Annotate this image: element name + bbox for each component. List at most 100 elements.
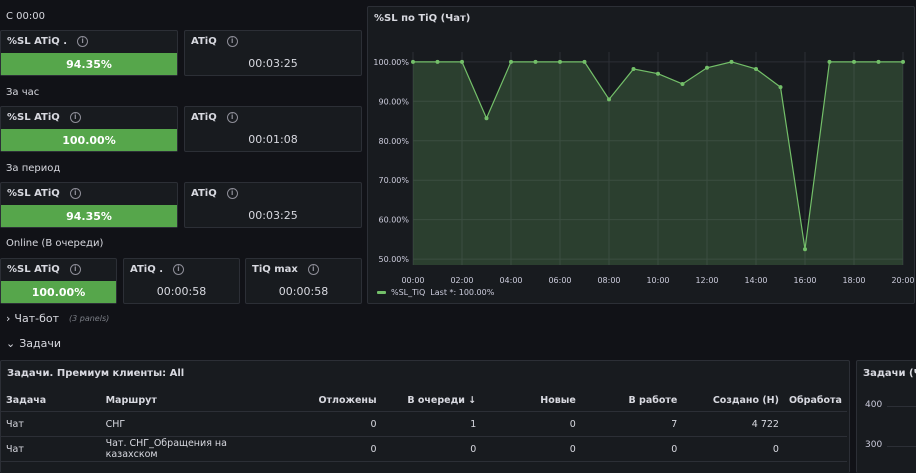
x-tick-label: 02:00 <box>450 276 473 285</box>
panel-title: ATiQ <box>191 112 217 123</box>
x-tick-label: 06:00 <box>548 276 571 285</box>
sort-arrow-icon: ↓ <box>468 394 477 406</box>
table-cell: 1 <box>381 411 482 437</box>
table-cell: 0 <box>580 436 683 462</box>
x-tick-label: 20:00 <box>891 276 914 285</box>
y-tick-label: 300 <box>865 440 883 450</box>
x-tick-label: 00:00 <box>401 276 424 285</box>
info-icon[interactable]: i <box>77 36 89 47</box>
table-cell: СНГ <box>100 411 280 437</box>
table-cell: 0 <box>682 436 784 462</box>
panel-title: %SL ATiQ . <box>7 36 68 47</box>
series-area <box>413 61 903 265</box>
sl-gauge-panel-hour[interactable]: %SL ATiQ i 100.00% <box>0 106 178 152</box>
x-tick-label: 04:00 <box>499 276 522 285</box>
panel-title: %SL ATiQ <box>7 112 60 123</box>
x-tick-label: 08:00 <box>597 276 620 285</box>
data-point <box>558 59 562 64</box>
tiq-max-value: 00:00:58 <box>278 285 329 298</box>
atiq-stat-panel-today[interactable]: ATiQ i 00:03:25 <box>184 30 362 76</box>
sl-gauge-bar: 94.35% <box>1 53 177 75</box>
sl-gauge-panel-online[interactable]: %SL ATiQ i 100.00% <box>0 258 117 304</box>
data-point <box>656 71 660 76</box>
section-title-per-period: За период <box>6 163 61 174</box>
info-icon[interactable]: i <box>69 264 81 275</box>
table-cell: Чат <box>1 411 101 437</box>
row-tasks[interactable]: ⌄ Задачи <box>6 337 61 350</box>
section-title-since-midnight: С 00:00 <box>6 11 45 22</box>
row-panel-count: (3 panels) <box>69 314 110 323</box>
data-point <box>827 59 832 64</box>
column-header[interactable]: В работе <box>580 389 683 412</box>
data-point <box>460 59 464 64</box>
sl-gauge-panel-period[interactable]: %SL ATiQ i 94.35% <box>0 182 178 228</box>
tasks-table-panel[interactable]: Задачи. Премиум клиенты: All Задача Марш… <box>0 360 850 473</box>
column-header-sorted[interactable]: В очереди ↓ <box>381 389 482 412</box>
sl-tiq-chart: 50.00% 60.00% 70.00% 80.00% 90.00% 100.00% 00:… <box>373 52 915 285</box>
sl-gauge-bar: 100.00% <box>1 129 177 151</box>
column-header[interactable]: Обработа <box>783 389 847 412</box>
tasks-table: Задача Маршрут Отложены В очереди ↓ Новы… <box>1 389 847 462</box>
data-point <box>582 59 587 64</box>
atiq-stat-panel-period[interactable]: ATiQ i 00:03:25 <box>184 182 362 228</box>
atiq-value: 00:01:08 <box>248 133 298 146</box>
atiq-stat-panel-hour[interactable]: ATiQ i 00:01:08 <box>184 106 362 152</box>
data-point <box>411 59 415 64</box>
chevron-right-icon: › <box>6 312 11 325</box>
row-chatbot[interactable]: › Чат-бот (3 panels) <box>6 312 109 325</box>
column-header[interactable]: Маршрут <box>100 389 280 412</box>
data-point <box>901 59 905 64</box>
table-cell: 0 <box>481 436 581 462</box>
info-icon[interactable]: i <box>226 112 238 123</box>
x-tick-label: 10:00 <box>646 276 669 285</box>
data-point <box>705 65 709 70</box>
panel-title: %SL ATiQ <box>7 264 60 275</box>
legend-series-name: %SL_TiQ <box>391 288 426 297</box>
info-icon[interactable]: i <box>307 264 319 275</box>
data-point <box>680 81 685 86</box>
info-icon[interactable]: i <box>226 36 238 47</box>
data-point <box>778 85 783 90</box>
sl-tiq-chart-panel[interactable]: %SL по TiQ (Чат) 50.00% 60.00% 70.00% 80.00… <box>367 6 915 304</box>
atiq-stat-panel-online[interactable]: ATiQ . i 00:00:58 <box>123 258 240 304</box>
info-icon[interactable]: i <box>69 112 81 123</box>
panel-title: ATiQ <box>191 188 217 199</box>
tasks-chart-panel-partial[interactable]: Задачи (Чат 400 300 <box>856 360 916 473</box>
table-cell <box>783 436 847 462</box>
x-tick-label: 14:00 <box>744 276 767 285</box>
y-tick-label: 80.00% <box>378 137 409 146</box>
sl-gauge-panel-today[interactable]: %SL ATiQ . i 94.35% <box>0 30 178 76</box>
atiq-value: 00:03:25 <box>248 209 298 222</box>
panel-title: %SL ATiQ <box>7 188 60 199</box>
table-header-row: Задача Маршрут Отложены В очереди ↓ Новы… <box>1 389 847 412</box>
section-title-online: Online (В очереди) <box>6 238 104 249</box>
info-icon[interactable]: i <box>226 188 238 199</box>
column-header[interactable]: Отложены <box>279 389 382 412</box>
y-tick-label: 100.00% <box>373 58 409 67</box>
table-row: Чат СНГ 0 1 0 7 4 722 <box>1 411 847 437</box>
grid-line <box>887 446 916 447</box>
data-point <box>533 59 538 64</box>
column-header[interactable]: Создано (Н) <box>682 389 784 412</box>
y-tick-label: 400 <box>865 400 883 410</box>
x-tick-label: 16:00 <box>793 276 816 285</box>
info-icon[interactable]: i <box>69 188 81 199</box>
data-point <box>607 97 611 102</box>
column-header[interactable]: Задача <box>1 389 101 412</box>
y-tick-label: 60.00% <box>378 216 409 225</box>
data-point <box>852 59 856 64</box>
table-cell: 7 <box>580 411 683 437</box>
tiq-max-stat-panel-online[interactable]: TiQ max i 00:00:58 <box>245 258 362 304</box>
table-cell: Чат. СНГ_Обращения на казахском <box>100 436 280 462</box>
chart-legend[interactable]: %SL_TiQ Last *: 100.00% <box>377 288 494 297</box>
data-point <box>509 59 513 64</box>
data-point <box>729 59 734 64</box>
table-cell: Чат <box>1 436 101 462</box>
row-title: Задачи <box>19 337 62 350</box>
column-header[interactable]: Новые <box>481 389 581 412</box>
sl-gauge-bar: 100.00% <box>1 281 116 303</box>
column-header-label: В очереди <box>407 394 465 406</box>
info-icon[interactable]: i <box>173 264 184 275</box>
atiq-value: 00:00:58 <box>156 285 207 298</box>
table-cell <box>783 411 847 437</box>
